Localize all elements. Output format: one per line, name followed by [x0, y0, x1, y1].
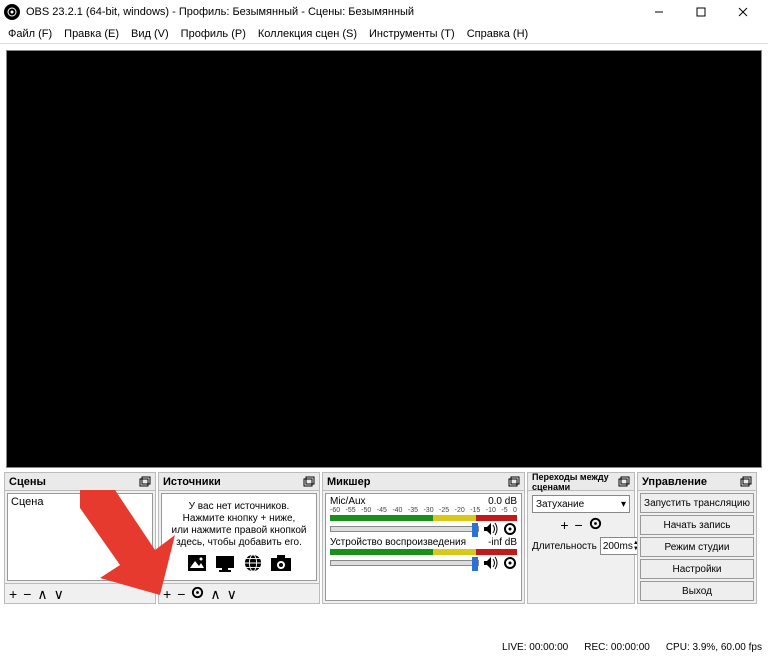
remove-transition-button[interactable]: −	[575, 517, 583, 533]
sources-panel: Источники У вас нет источников. Нажмите …	[158, 472, 320, 604]
popout-icon[interactable]	[740, 476, 752, 488]
source-settings-button[interactable]	[191, 586, 204, 601]
transition-select[interactable]: Затухание ▾	[532, 495, 630, 513]
controls-title: Управление	[642, 476, 740, 488]
exit-button[interactable]: Выход	[640, 581, 754, 601]
add-source-button[interactable]: +	[163, 587, 171, 601]
duration-label: Длительность	[532, 541, 597, 552]
sources-empty-l3: или нажмите правой кнопкой	[172, 525, 307, 537]
mixer-title: Микшер	[327, 476, 508, 488]
chevron-down-icon: ▾	[621, 499, 626, 510]
start-recording-button[interactable]: Начать запись	[640, 515, 754, 535]
menu-scene-collection[interactable]: Коллекция сцен (S)	[258, 28, 357, 40]
transitions-title: Переходы между сценами	[532, 472, 618, 492]
volume-slider[interactable]	[330, 560, 479, 566]
popout-icon[interactable]	[508, 476, 520, 488]
status-cpu: CPU: 3.9%, 60.00 fps	[666, 642, 762, 653]
duration-input[interactable]: 200ms ▲▼	[600, 537, 642, 555]
display-source-icon	[214, 553, 236, 573]
scenes-title: Сцены	[9, 476, 139, 488]
remove-scene-button[interactable]: −	[23, 587, 31, 601]
menu-file[interactable]: Файл (F)	[8, 28, 52, 40]
scene-down-button[interactable]: ∨	[54, 587, 64, 601]
titlebar: OBS 23.2.1 (64-bit, windows) - Профиль: …	[0, 0, 768, 24]
mixer-ch-db: 0.0 dB	[488, 496, 517, 507]
menu-profile[interactable]: Профиль (P)	[181, 28, 246, 40]
menu-view[interactable]: Вид (V)	[131, 28, 169, 40]
sources-empty-l2: Нажмите кнопку + ниже,	[183, 513, 296, 525]
controls-panel: Управление Запустить трансляцию Начать з…	[637, 472, 757, 604]
speaker-icon[interactable]	[483, 556, 499, 570]
popout-icon[interactable]	[303, 476, 315, 488]
sources-empty-l1: У вас нет источников.	[189, 501, 290, 513]
minimize-button[interactable]	[638, 0, 680, 24]
mixer-channel-desktop: Устройство воспроизведения -inf dB	[328, 537, 519, 570]
menu-tools[interactable]: Инструменты (T)	[369, 28, 455, 40]
scenes-panel: Сцены Сцена + − ∧ ∨	[4, 472, 156, 604]
source-down-button[interactable]: ∨	[227, 587, 237, 601]
add-scene-button[interactable]: +	[9, 587, 17, 601]
settings-button[interactable]: Настройки	[640, 559, 754, 579]
popout-icon[interactable]	[618, 476, 630, 488]
scene-list[interactable]: Сцена	[7, 493, 153, 581]
mixer-ch-db: -inf dB	[488, 537, 517, 548]
mixer-scale: -60-55-50-45-40-35-30-25-20-15-10-50	[328, 507, 519, 514]
menubar: Файл (F) Правка (E) Вид (V) Профиль (P) …	[0, 24, 768, 44]
mixer-panel: Микшер Mic/Aux 0.0 dB -60-55-50-45-40-35…	[322, 472, 525, 604]
mixer-ch-name: Mic/Aux	[330, 496, 366, 507]
sources-empty-l4: здесь, чтобы добавить его.	[176, 537, 302, 549]
browser-source-icon	[242, 553, 264, 573]
source-up-button[interactable]: ∧	[210, 587, 220, 601]
gear-icon[interactable]	[503, 556, 517, 570]
scene-up-button[interactable]: ∧	[37, 587, 47, 601]
studio-mode-button[interactable]: Режим студии	[640, 537, 754, 557]
menu-help[interactable]: Справка (H)	[467, 28, 528, 40]
statusbar: LIVE: 00:00:00 REC: 00:00:00 CPU: 3.9%, …	[502, 638, 762, 656]
transition-settings-button[interactable]	[589, 517, 602, 533]
speaker-icon[interactable]	[483, 522, 499, 536]
mixer-channel-mic: Mic/Aux 0.0 dB -60-55-50-45-40-35-30-25-…	[328, 496, 519, 536]
transitions-panel: Переходы между сценами Затухание ▾ + − Д…	[527, 472, 635, 604]
window-title: OBS 23.2.1 (64-bit, windows) - Профиль: …	[26, 6, 638, 18]
volume-slider[interactable]	[330, 526, 479, 532]
sources-title: Источники	[163, 476, 303, 488]
image-source-icon	[186, 553, 208, 573]
obs-app-icon	[4, 4, 20, 20]
preview-canvas[interactable]	[6, 50, 762, 468]
status-live: LIVE: 00:00:00	[502, 642, 568, 653]
menu-edit[interactable]: Правка (E)	[64, 28, 119, 40]
audio-meter	[330, 515, 517, 521]
audio-meter	[330, 549, 517, 555]
sources-empty[interactable]: У вас нет источников. Нажмите кнопку + н…	[161, 493, 317, 581]
scene-item[interactable]: Сцена	[11, 496, 149, 508]
start-streaming-button[interactable]: Запустить трансляцию	[640, 493, 754, 513]
status-rec: REC: 00:00:00	[584, 642, 650, 653]
mixer-ch-name: Устройство воспроизведения	[330, 537, 466, 548]
remove-source-button[interactable]: −	[177, 587, 185, 601]
gear-icon[interactable]	[503, 522, 517, 536]
camera-source-icon	[270, 553, 292, 573]
popout-icon[interactable]	[139, 476, 151, 488]
maximize-button[interactable]	[680, 0, 722, 24]
add-transition-button[interactable]: +	[560, 517, 568, 533]
close-button[interactable]	[722, 0, 764, 24]
